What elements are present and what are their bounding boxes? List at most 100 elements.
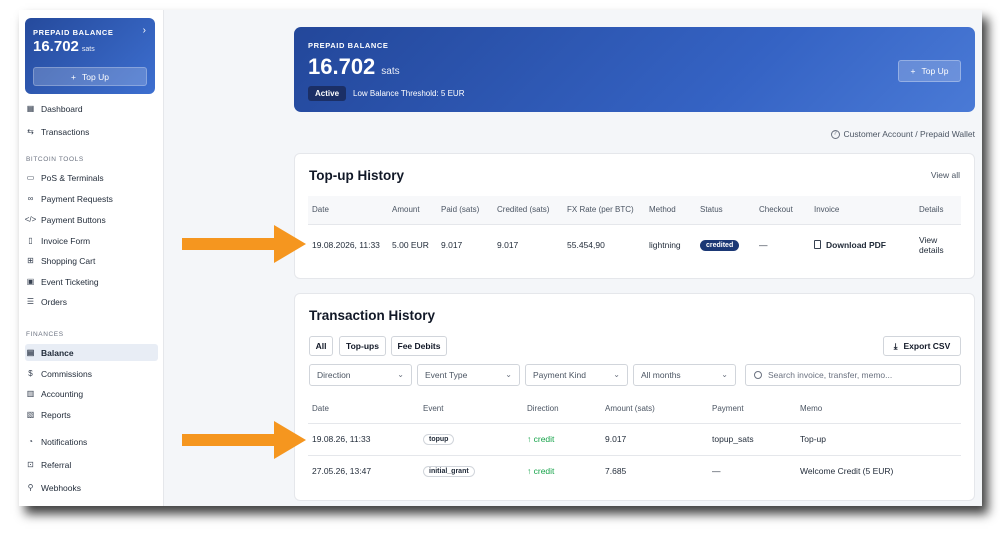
cell-direction: ↑ credit xyxy=(527,434,555,444)
cell-date: 19.08.26, 11:33 xyxy=(312,434,371,444)
hero-balance-unit: sats xyxy=(381,66,400,77)
calendar-icon: ▣ xyxy=(26,277,35,286)
sidebar-item-label: PoS & Terminals xyxy=(41,172,104,183)
cell-memo: Top-up xyxy=(800,434,826,444)
table-row: 19.08.2026, 11:33 5.00 EUR 9.017 9.017 5… xyxy=(308,224,961,266)
sidebar-balance-label: PREPAID BALANCE xyxy=(33,28,114,37)
cell-details: View details xyxy=(915,224,961,266)
payment-kind-select[interactable]: Payment Kind ⌄ xyxy=(525,364,628,386)
export-csv-button[interactable]: ⤓ Export CSV xyxy=(883,336,961,356)
hero-topup-button[interactable]: + Top Up xyxy=(898,60,961,82)
chevron-down-icon: ⌄ xyxy=(505,370,512,379)
gift-icon: ⊡ xyxy=(27,460,34,469)
months-select[interactable]: All months ⌄ xyxy=(633,364,736,386)
sidebar-item-dashboard[interactable]: ▦ Dashboard xyxy=(25,100,158,117)
file-icon xyxy=(814,240,821,249)
bell-icon: ◔ xyxy=(28,437,33,446)
sidebar-item-label: Transactions xyxy=(41,126,90,137)
sidebar-topup-button[interactable]: + Top Up xyxy=(33,67,147,86)
sidebar-item-balance[interactable]: ▤ Balance xyxy=(25,344,158,361)
table-row: 27.05.26, 13:47 initial_grant ↑ credit 7… xyxy=(308,455,961,487)
hero-balance-label: PREPAID BALANCE xyxy=(308,41,389,50)
transaction-history-title: Transaction History xyxy=(309,308,436,323)
status-badge: Active xyxy=(308,86,347,101)
search-input[interactable]: Search invoice, transfer, memo... xyxy=(745,364,961,386)
sidebar-balance-card[interactable]: PREPAID BALANCE › 16.702 sats + Top Up xyxy=(25,18,155,94)
table-header-row: Date Event Direction Amount (sats) Payme… xyxy=(308,395,961,423)
col-payment: Payment xyxy=(712,404,744,414)
sidebar-balance-amount: 16.702 sats xyxy=(33,38,95,55)
download-pdf-button[interactable]: Download PDF xyxy=(814,240,886,250)
sidebar-item-label: Reports xyxy=(41,409,71,420)
breadcrumb-text: Customer Account / Prepaid Wallet xyxy=(843,129,976,139)
cell-method: lightning xyxy=(649,240,681,251)
sidebar-item-notifications[interactable]: ◔ Notifications xyxy=(25,433,158,450)
sidebar-item-shopping-cart[interactable]: ⊞ Shopping Cart xyxy=(25,252,158,269)
sidebar-item-commissions[interactable]: $ Commissions xyxy=(25,365,158,382)
col-paid: Paid (sats) xyxy=(441,205,480,215)
sidebar-item-label: Webhooks xyxy=(41,482,82,493)
filter-fee-debits-button[interactable]: Fee Debits xyxy=(391,336,447,356)
chevron-down-icon: ⌄ xyxy=(397,370,404,379)
col-amount: Amount (sats) xyxy=(605,404,655,414)
cell-memo: Welcome Credit (5 EUR) xyxy=(800,466,894,477)
cell-checkout: — xyxy=(759,240,768,251)
dollar-icon: $ xyxy=(28,369,33,378)
topup-history-table: Date Amount Paid (sats) Credited (sats) … xyxy=(308,196,961,266)
sidebar-item-webhooks[interactable]: ⚲ Webhooks xyxy=(25,479,158,496)
sidebar-item-orders[interactable]: ☰ Orders xyxy=(25,293,158,310)
sidebar-item-transactions[interactable]: ⇆ Transactions xyxy=(25,123,158,140)
direction-select[interactable]: Direction ⌄ xyxy=(309,364,412,386)
cell-credited: 9.017 xyxy=(497,240,519,251)
chevron-down-icon: ⌄ xyxy=(613,370,620,379)
col-method: Method xyxy=(649,205,676,215)
sidebar-item-payment-requests[interactable]: ∞ Payment Requests xyxy=(25,190,158,207)
col-memo: Memo xyxy=(800,404,823,414)
sidebar-item-event-ticketing[interactable]: ▣ Event Ticketing xyxy=(25,273,158,290)
filter-topups-button[interactable]: Top-ups xyxy=(339,336,386,356)
cell-direction: ↑ credit xyxy=(527,466,555,477)
sidebar-item-invoice-form[interactable]: ▯ Invoice Form xyxy=(25,232,158,249)
cell-date: 27.05.26, 13:47 xyxy=(312,466,372,477)
col-credited: Credited (sats) xyxy=(497,205,550,215)
arrow-icon xyxy=(182,225,306,263)
chevron-right-icon[interactable]: › xyxy=(143,25,146,36)
col-amount: Amount xyxy=(392,205,420,215)
sidebar-item-referral[interactable]: ⊡ Referral xyxy=(25,456,158,473)
view-details-link[interactable]: View details xyxy=(919,235,944,255)
sidebar-item-reports[interactable]: ▧ Reports xyxy=(25,406,158,423)
cell-event: topup xyxy=(419,423,523,455)
sidebar-balance-unit: sats xyxy=(81,46,95,53)
sidebar-item-label: Invoice Form xyxy=(41,235,91,246)
topup-history-title: Top-up History xyxy=(309,168,404,183)
cell-amount: 5.00 EUR xyxy=(392,240,429,251)
direction-select-value: Direction xyxy=(317,370,351,380)
sidebar: PREPAID BALANCE › 16.702 sats + Top Up ▦ Da… xyxy=(19,10,164,506)
help-icon: ? xyxy=(830,129,840,139)
filter-all-button[interactable]: All xyxy=(309,336,333,356)
event-type-select[interactable]: Event Type ⌄ xyxy=(417,364,520,386)
event-pill: topup xyxy=(423,434,455,445)
sidebar-item-pos-terminals[interactable]: ▭ PoS & Terminals xyxy=(25,169,158,186)
sidebar-item-label: Balance xyxy=(41,347,74,358)
wallet-icon: ▤ xyxy=(26,348,35,357)
event-type-select-value: Event Type xyxy=(425,370,468,380)
download-pdf-label: Download PDF xyxy=(826,239,886,250)
transaction-history-table: Date Event Direction Amount (sats) Payme… xyxy=(308,395,961,487)
event-pill: initial_grant xyxy=(423,466,475,478)
section-label-finances: FINANCES xyxy=(26,331,64,338)
book-icon: ▥ xyxy=(26,389,35,398)
breadcrumb[interactable]: ? Customer Account / Prepaid Wallet xyxy=(830,129,976,139)
hero-balance-amount: 16.702 sats xyxy=(308,54,400,80)
webhook-icon: ⚲ xyxy=(27,483,34,492)
search-icon xyxy=(754,371,762,379)
code-icon: </> xyxy=(24,215,37,224)
cell-date: 19.08.2026, 11:33 xyxy=(312,240,380,251)
topup-history-card: Top-up History View all Date Amount Paid… xyxy=(294,153,975,279)
search-placeholder: Search invoice, transfer, memo... xyxy=(768,370,893,380)
sidebar-item-payment-buttons[interactable]: </> Payment Buttons xyxy=(25,211,158,228)
view-all-link[interactable]: View all xyxy=(931,170,960,180)
sidebar-item-accounting[interactable]: ▥ Accounting xyxy=(25,385,158,402)
col-date: Date xyxy=(312,205,329,215)
sidebar-topup-label: Top Up xyxy=(82,71,109,82)
